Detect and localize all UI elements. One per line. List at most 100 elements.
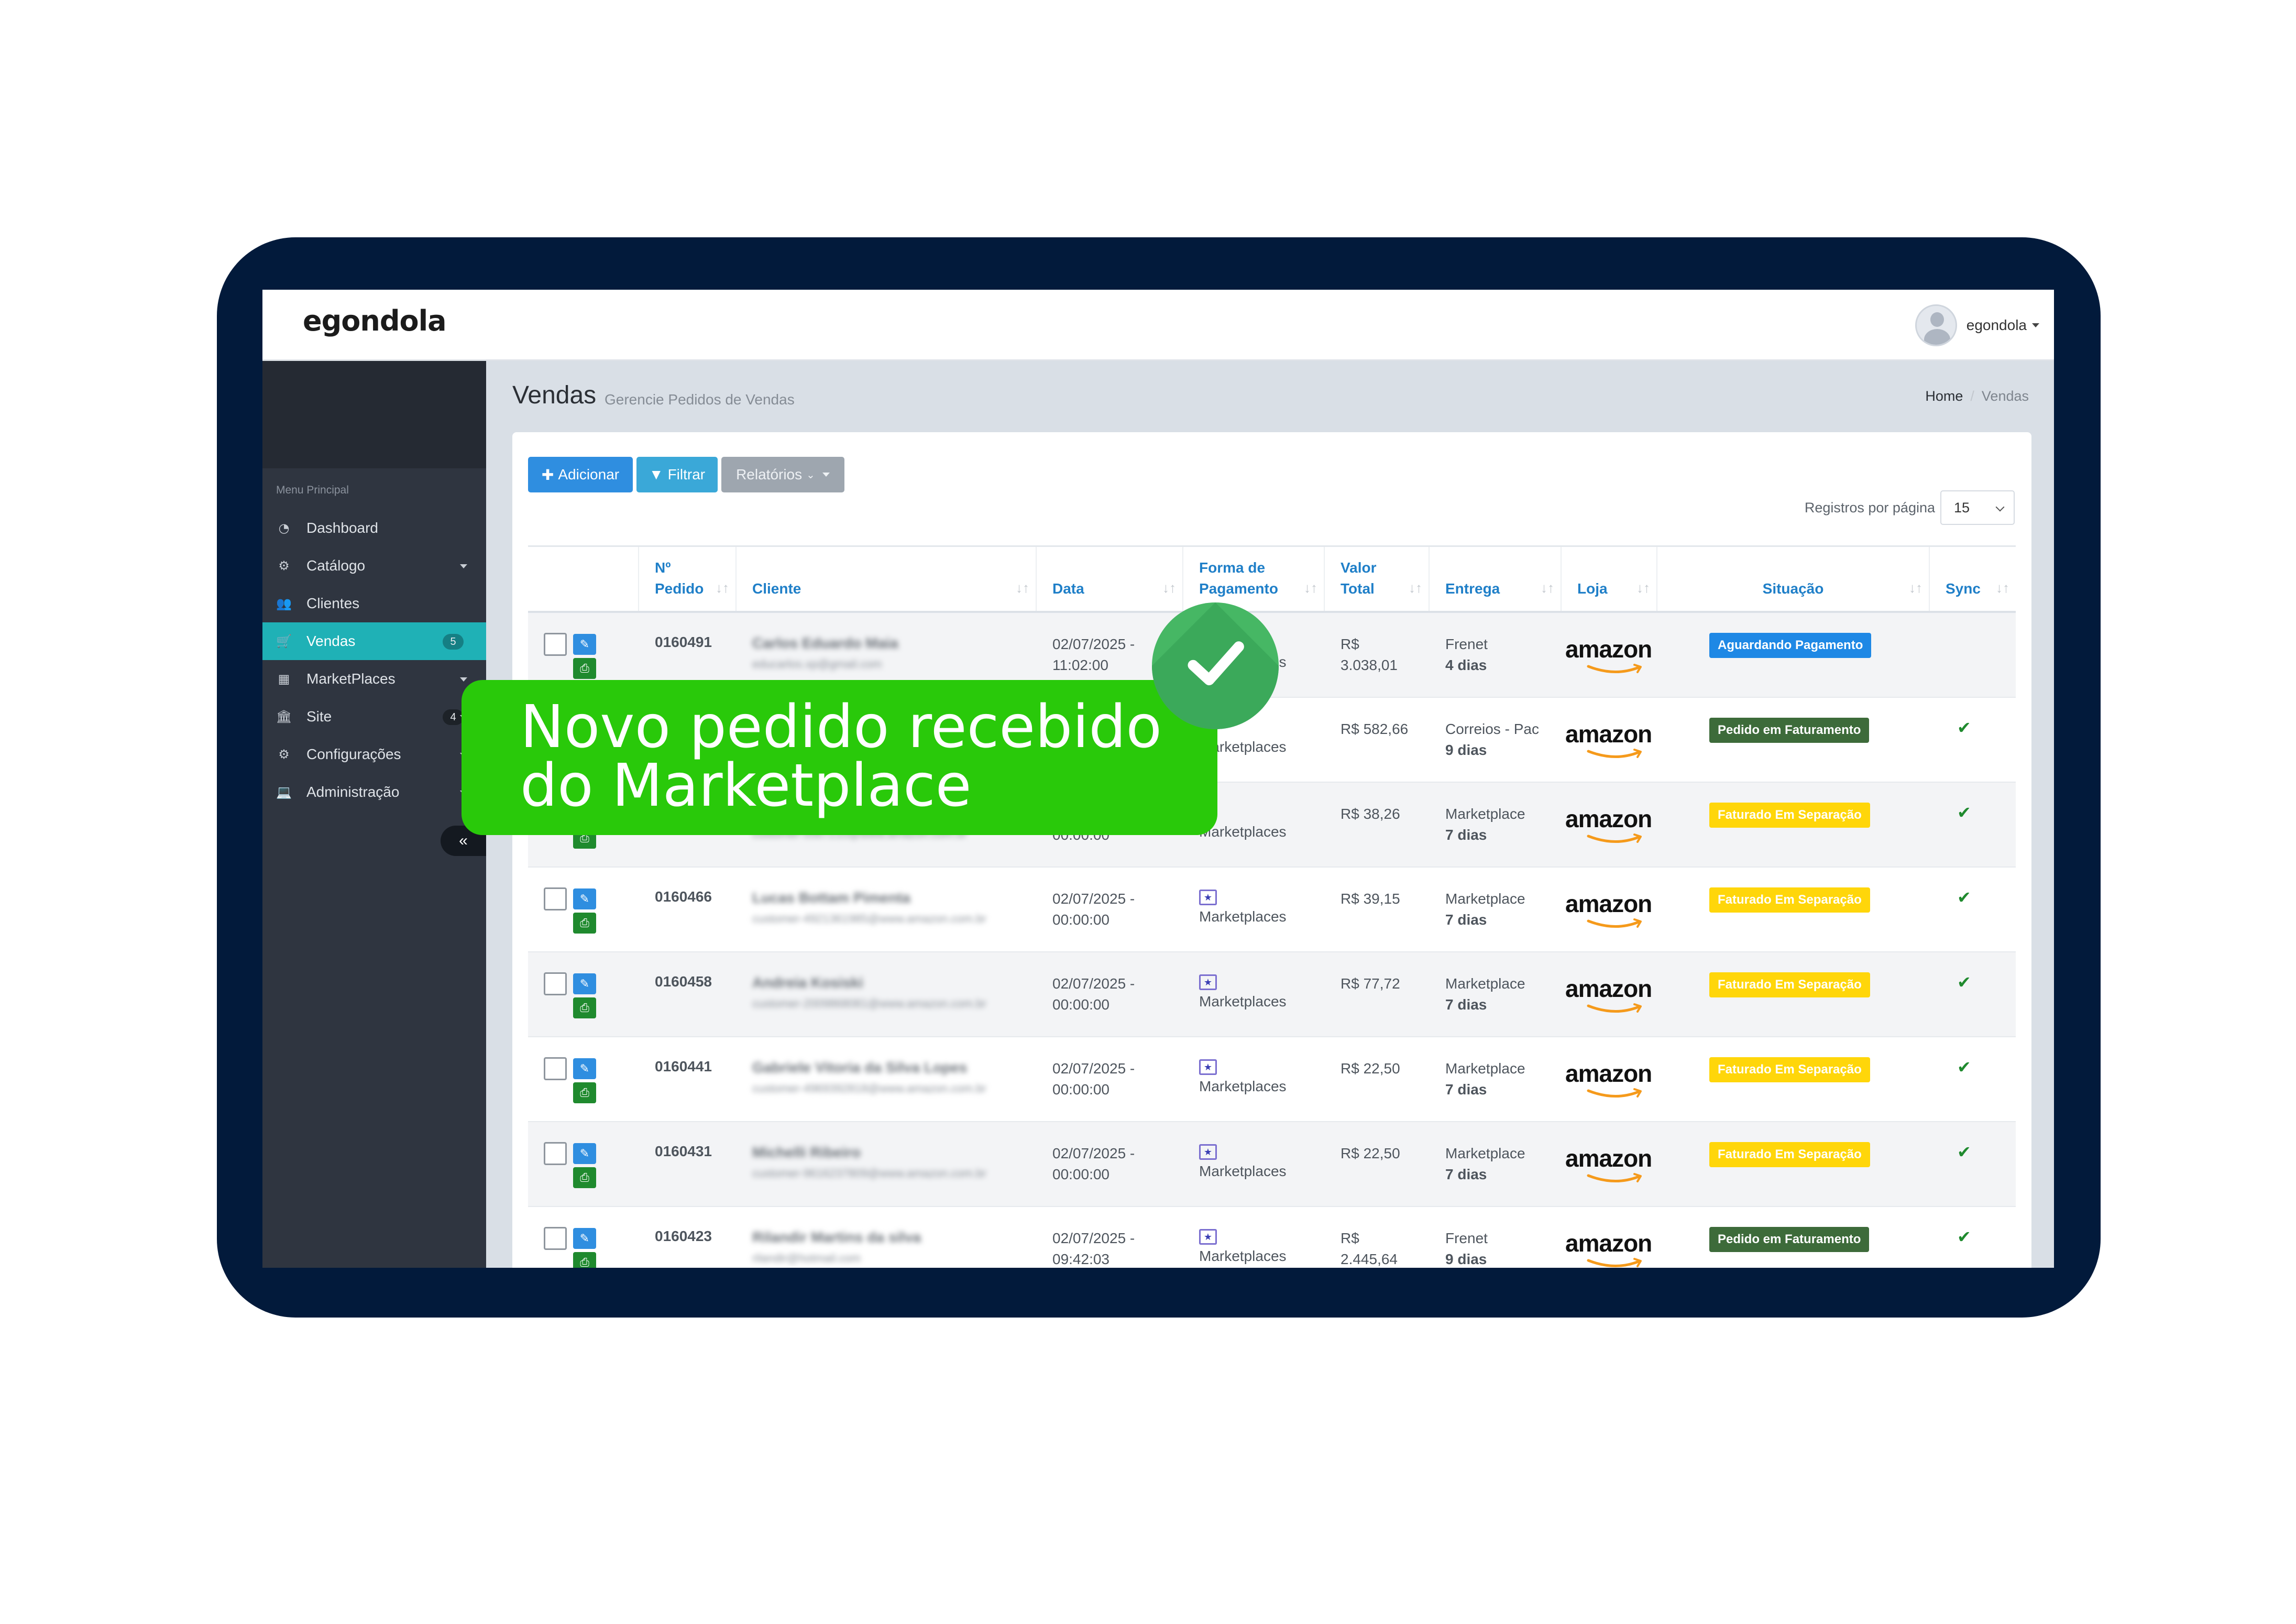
order-number[interactable]: 0160441: [655, 1058, 712, 1075]
payment-cell: ★ Marketplaces: [1199, 1055, 1287, 1097]
edit-icon[interactable]: ✎: [573, 888, 596, 909]
row-checkbox[interactable]: [544, 972, 567, 995]
print-icon[interactable]: ⎙: [573, 997, 596, 1018]
row-checkbox[interactable]: [544, 1227, 567, 1250]
delivery-cell: Marketplace 7 dias: [1445, 1058, 1525, 1100]
sidebar-item-administracao[interactable]: 💻 Administração: [262, 773, 486, 811]
user-menu[interactable]: egondola: [1915, 304, 2039, 346]
row-checkbox[interactable]: [544, 1142, 567, 1165]
delivery-days: 7 dias: [1445, 1166, 1487, 1182]
row-checkbox[interactable]: [544, 633, 567, 656]
edit-icon[interactable]: ✎: [573, 634, 596, 655]
sidebar-item-vendas[interactable]: 🛒 Vendas 5: [262, 622, 486, 660]
add-button[interactable]: ✚ Adicionar: [528, 457, 633, 492]
order-total: R$ 39,15: [1341, 891, 1400, 907]
payment-cell: ★ Marketplaces: [1199, 970, 1287, 1012]
marketplace-icon: ★: [1199, 974, 1217, 990]
delivery-method: Frenet: [1445, 636, 1488, 652]
print-icon[interactable]: ⎙: [573, 1252, 596, 1268]
date-cell: 02/07/2025 - 00:00:00: [1052, 1058, 1135, 1100]
sync-check-icon: ✔: [1957, 973, 1971, 992]
delivery-cell: Marketplace 7 dias: [1445, 888, 1525, 930]
print-icon[interactable]: ⎙: [573, 913, 596, 934]
row-checkbox[interactable]: [544, 1057, 567, 1080]
sidebar-item-clientes[interactable]: 👥 Clientes: [262, 585, 486, 622]
header-client[interactable]: Cliente ↓↑: [735, 547, 1036, 611]
filter-icon: ▼: [649, 466, 664, 482]
header-store[interactable]: Loja ↓↑: [1561, 547, 1656, 611]
sidebar-item-marketplaces[interactable]: ▦ MarketPlaces: [262, 660, 486, 698]
edit-icon[interactable]: ✎: [573, 1143, 596, 1164]
sidebar-item-site[interactable]: 🏛 Site 4: [262, 698, 486, 736]
header-sync[interactable]: Sync ↓↑: [1929, 547, 2016, 611]
sync-check-icon: ✔: [1957, 803, 1971, 822]
print-icon[interactable]: ⎙: [573, 1167, 596, 1188]
per-page-select[interactable]: 15: [1940, 490, 2015, 525]
store-name: amazon: [1565, 805, 1652, 832]
sidebar-item-label: Site: [306, 708, 332, 725]
order-date: 02/07/2025 -: [1052, 891, 1135, 907]
sidebar-item-configuracoes[interactable]: ⚙ Configurações: [262, 736, 486, 773]
amazon-logo: amazon: [1565, 974, 1660, 1016]
laptop-icon: 💻: [276, 785, 292, 799]
order-number[interactable]: 0160466: [655, 888, 712, 905]
plus-icon: ✚: [541, 466, 554, 483]
order-total: R$: [1341, 1230, 1359, 1246]
check-circle-icon: [1152, 602, 1279, 729]
client-name: Gabriele Vitoria da Silva Lopes: [752, 1059, 968, 1076]
header-order-number[interactable]: Nº Pedido ↓↑: [638, 547, 735, 611]
order-date: 02/07/2025 -: [1052, 1230, 1135, 1246]
header-total[interactable]: Valor Total ↓↑: [1324, 547, 1429, 611]
header-order-line1: Nº: [655, 559, 671, 576]
order-number[interactable]: 0160458: [655, 973, 712, 990]
sidebar-menu: ◔ Dashboard ⚙ Catálogo 👥 Clientes 🛒 Vendas 5 ▦ Mar…: [262, 509, 486, 811]
order-date: 02/07/2025 -: [1052, 1060, 1135, 1077]
header-delivery[interactable]: Entrega ↓↑: [1429, 547, 1561, 611]
cart-icon: 🛒: [276, 634, 292, 649]
app-logo[interactable]: egondola: [303, 304, 447, 337]
order-time: 00:00:00: [1052, 996, 1109, 1013]
delivery-method: Correios - Pac: [1445, 721, 1539, 737]
breadcrumb-home[interactable]: Home: [1925, 388, 1963, 404]
print-icon[interactable]: ⎙: [573, 1082, 596, 1103]
row-checkbox[interactable]: [544, 887, 567, 910]
sidebar-item-catalogo[interactable]: ⚙ Catálogo: [262, 547, 486, 585]
caret-down-icon: [822, 473, 830, 477]
header-payment[interactable]: Forma de Pagamento ↓↑: [1182, 547, 1324, 611]
total-cell: R$ 582,66: [1341, 719, 1408, 740]
delivery-days: 7 dias: [1445, 827, 1487, 843]
amazon-logo: amazon: [1565, 720, 1660, 762]
reports-dropdown-button[interactable]: Relatórios ⌄: [721, 457, 844, 492]
payment-cell: ★ Marketplaces: [1199, 1225, 1287, 1267]
print-icon[interactable]: ⎙: [573, 658, 596, 679]
client-email: customer-4921361985@www.amazon.com.br: [752, 912, 986, 925]
client-cell: Rilandir Martins da silva rilandir@hotmai…: [752, 1227, 1025, 1268]
order-number[interactable]: 0160423: [655, 1228, 712, 1245]
delivery-days: 7 dias: [1445, 1081, 1487, 1098]
order-time: 00:00:00: [1052, 1081, 1109, 1098]
sidebar-item-label: MarketPlaces: [306, 671, 396, 687]
edit-icon[interactable]: ✎: [573, 1058, 596, 1079]
header-date[interactable]: Data ↓↑: [1036, 547, 1182, 611]
client-cell: Carlos Eduardo Maia educarlos.xp@gmail.co…: [752, 633, 1025, 675]
sort-icon: ↓↑: [716, 580, 729, 596]
header-status[interactable]: Situação ↓↑: [1656, 547, 1929, 611]
client-name: Carlos Eduardo Maia: [752, 635, 898, 651]
delivery-method: Marketplace: [1445, 975, 1525, 992]
filter-button[interactable]: ▼ Filtrar: [636, 457, 718, 492]
sort-icon: ↓↑: [1162, 580, 1176, 596]
amazon-smile-icon: [1587, 1258, 1642, 1268]
marketplace-icon: ★: [1199, 1229, 1217, 1245]
header-status-label: Situação: [1762, 580, 1824, 597]
payment-method: Marketplaces: [1199, 993, 1287, 1009]
order-number[interactable]: 0160491: [655, 634, 712, 651]
order-time: 00:00:00: [1052, 912, 1109, 928]
edit-icon[interactable]: ✎: [573, 973, 596, 994]
client-email: rilandir@hotmail.com: [752, 1252, 861, 1265]
order-number[interactable]: 0160431: [655, 1143, 712, 1160]
amazon-logo: amazon: [1565, 890, 1660, 931]
client-name: Lucas Bottam Pimenta: [752, 890, 910, 906]
edit-icon[interactable]: ✎: [573, 1228, 596, 1249]
sidebar-item-dashboard[interactable]: ◔ Dashboard: [262, 509, 486, 547]
chevron-down-icon: ⌄: [806, 469, 815, 481]
